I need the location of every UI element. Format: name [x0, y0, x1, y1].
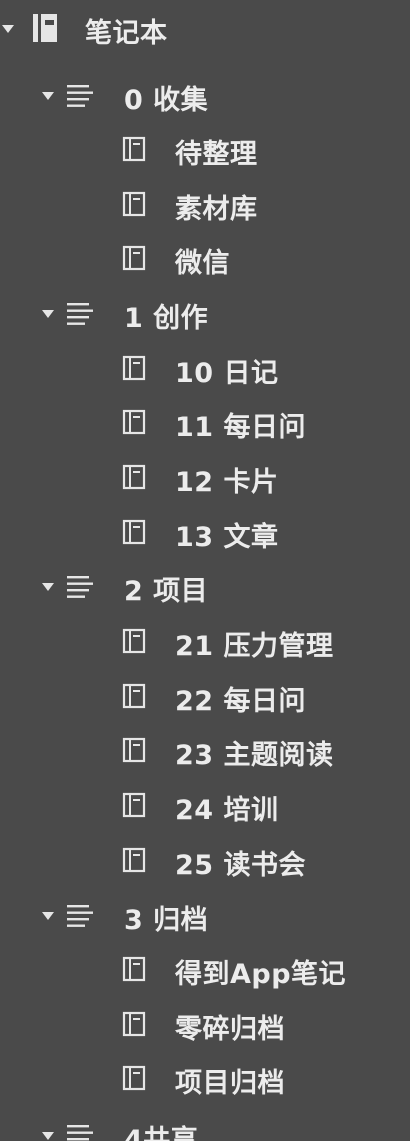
notebook-label: 21 压力管理 — [175, 631, 334, 662]
notebook-tree: 笔记本 0 收集 待整理 素材库 微信 1 创作 10 日记 11 每日问 12… — [0, 0, 410, 1141]
notebook-row[interactable]: 11 每日问 — [0, 395, 410, 449]
stack-row[interactable]: 2 项目 — [0, 559, 410, 613]
notebook-row[interactable]: 项目归档 — [0, 1051, 410, 1105]
notebook-label: 23 主题阅读 — [175, 740, 334, 771]
stack-label: 3 归档 — [124, 905, 209, 936]
notebook-row[interactable]: 12 卡片 — [0, 450, 410, 504]
stack-icon — [66, 902, 98, 932]
notebook-icon — [122, 683, 146, 713]
expand-caret-icon[interactable] — [42, 92, 54, 100]
expand-caret-icon[interactable] — [42, 1132, 54, 1140]
notebook-icon — [122, 245, 146, 275]
notebook-icon — [122, 628, 146, 658]
notebook-label: 待整理 — [175, 139, 258, 170]
notebook-label: 素材库 — [175, 194, 258, 225]
notebook-label: 25 读书会 — [175, 850, 306, 881]
stack-row[interactable]: 3 归档 — [0, 888, 410, 942]
stack-row[interactable]: 1 创作 — [0, 286, 410, 340]
notebook-icon — [122, 847, 146, 877]
root-label: 笔记本 — [85, 18, 168, 49]
notebook-label: 得到App笔记 — [175, 959, 347, 990]
notebook-row[interactable]: 零碎归档 — [0, 997, 410, 1051]
stack-label: 4共享 — [124, 1125, 199, 1141]
notebook-label: 10 日记 — [175, 358, 279, 389]
stack-label: 0 收集 — [124, 85, 209, 116]
stack-label: 1 创作 — [124, 303, 209, 334]
notebook-row[interactable]: 24 培训 — [0, 778, 410, 832]
notebook-row[interactable]: 13 文章 — [0, 505, 410, 559]
notebook-row[interactable]: 待整理 — [0, 122, 410, 176]
expand-caret-icon[interactable] — [2, 25, 14, 33]
notebook-row[interactable]: 22 每日问 — [0, 669, 410, 723]
notebook-label: 微信 — [175, 248, 230, 279]
notebook-row[interactable]: 10 日记 — [0, 341, 410, 395]
notebook-row[interactable]: 23 主题阅读 — [0, 723, 410, 777]
notebook-icon — [122, 191, 146, 221]
notebook-row[interactable]: 25 读书会 — [0, 833, 410, 887]
notebook-row[interactable]: 素材库 — [0, 177, 410, 231]
notebooks-icon — [32, 13, 58, 47]
notebook-icon — [122, 355, 146, 385]
notebook-label: 13 文章 — [175, 522, 279, 553]
notebook-icon — [122, 956, 146, 986]
expand-caret-icon[interactable] — [42, 310, 54, 318]
notebook-row[interactable]: 微信 — [0, 231, 410, 285]
notebook-label: 11 每日问 — [175, 412, 306, 443]
stack-row[interactable]: 4共享 — [0, 1108, 410, 1141]
expand-caret-icon[interactable] — [42, 583, 54, 591]
notebook-icon — [122, 1011, 146, 1041]
notebook-label: 零碎归档 — [175, 1014, 285, 1045]
stack-icon — [66, 1122, 98, 1141]
notebook-label: 24 培训 — [175, 795, 279, 826]
expand-caret-icon[interactable] — [42, 912, 54, 920]
notebook-label: 12 卡片 — [175, 467, 279, 498]
notebook-icon — [122, 1065, 146, 1095]
notebook-icon — [122, 519, 146, 549]
notebook-row[interactable]: 得到App笔记 — [0, 942, 410, 996]
stack-icon — [66, 300, 98, 330]
notebook-icon — [122, 737, 146, 767]
notebook-label: 22 每日问 — [175, 686, 306, 717]
notebook-icon — [122, 464, 146, 494]
notebook-icon — [122, 409, 146, 439]
notebook-icon — [122, 136, 146, 166]
stack-row[interactable]: 0 收集 — [0, 68, 410, 122]
notebook-icon — [122, 792, 146, 822]
stack-label: 2 项目 — [124, 576, 209, 607]
stack-icon — [66, 573, 98, 603]
stack-icon — [66, 82, 98, 112]
notebook-row[interactable]: 21 压力管理 — [0, 614, 410, 668]
notebooks-root[interactable]: 笔记本 — [0, 1, 410, 55]
notebook-label: 项目归档 — [175, 1068, 285, 1099]
